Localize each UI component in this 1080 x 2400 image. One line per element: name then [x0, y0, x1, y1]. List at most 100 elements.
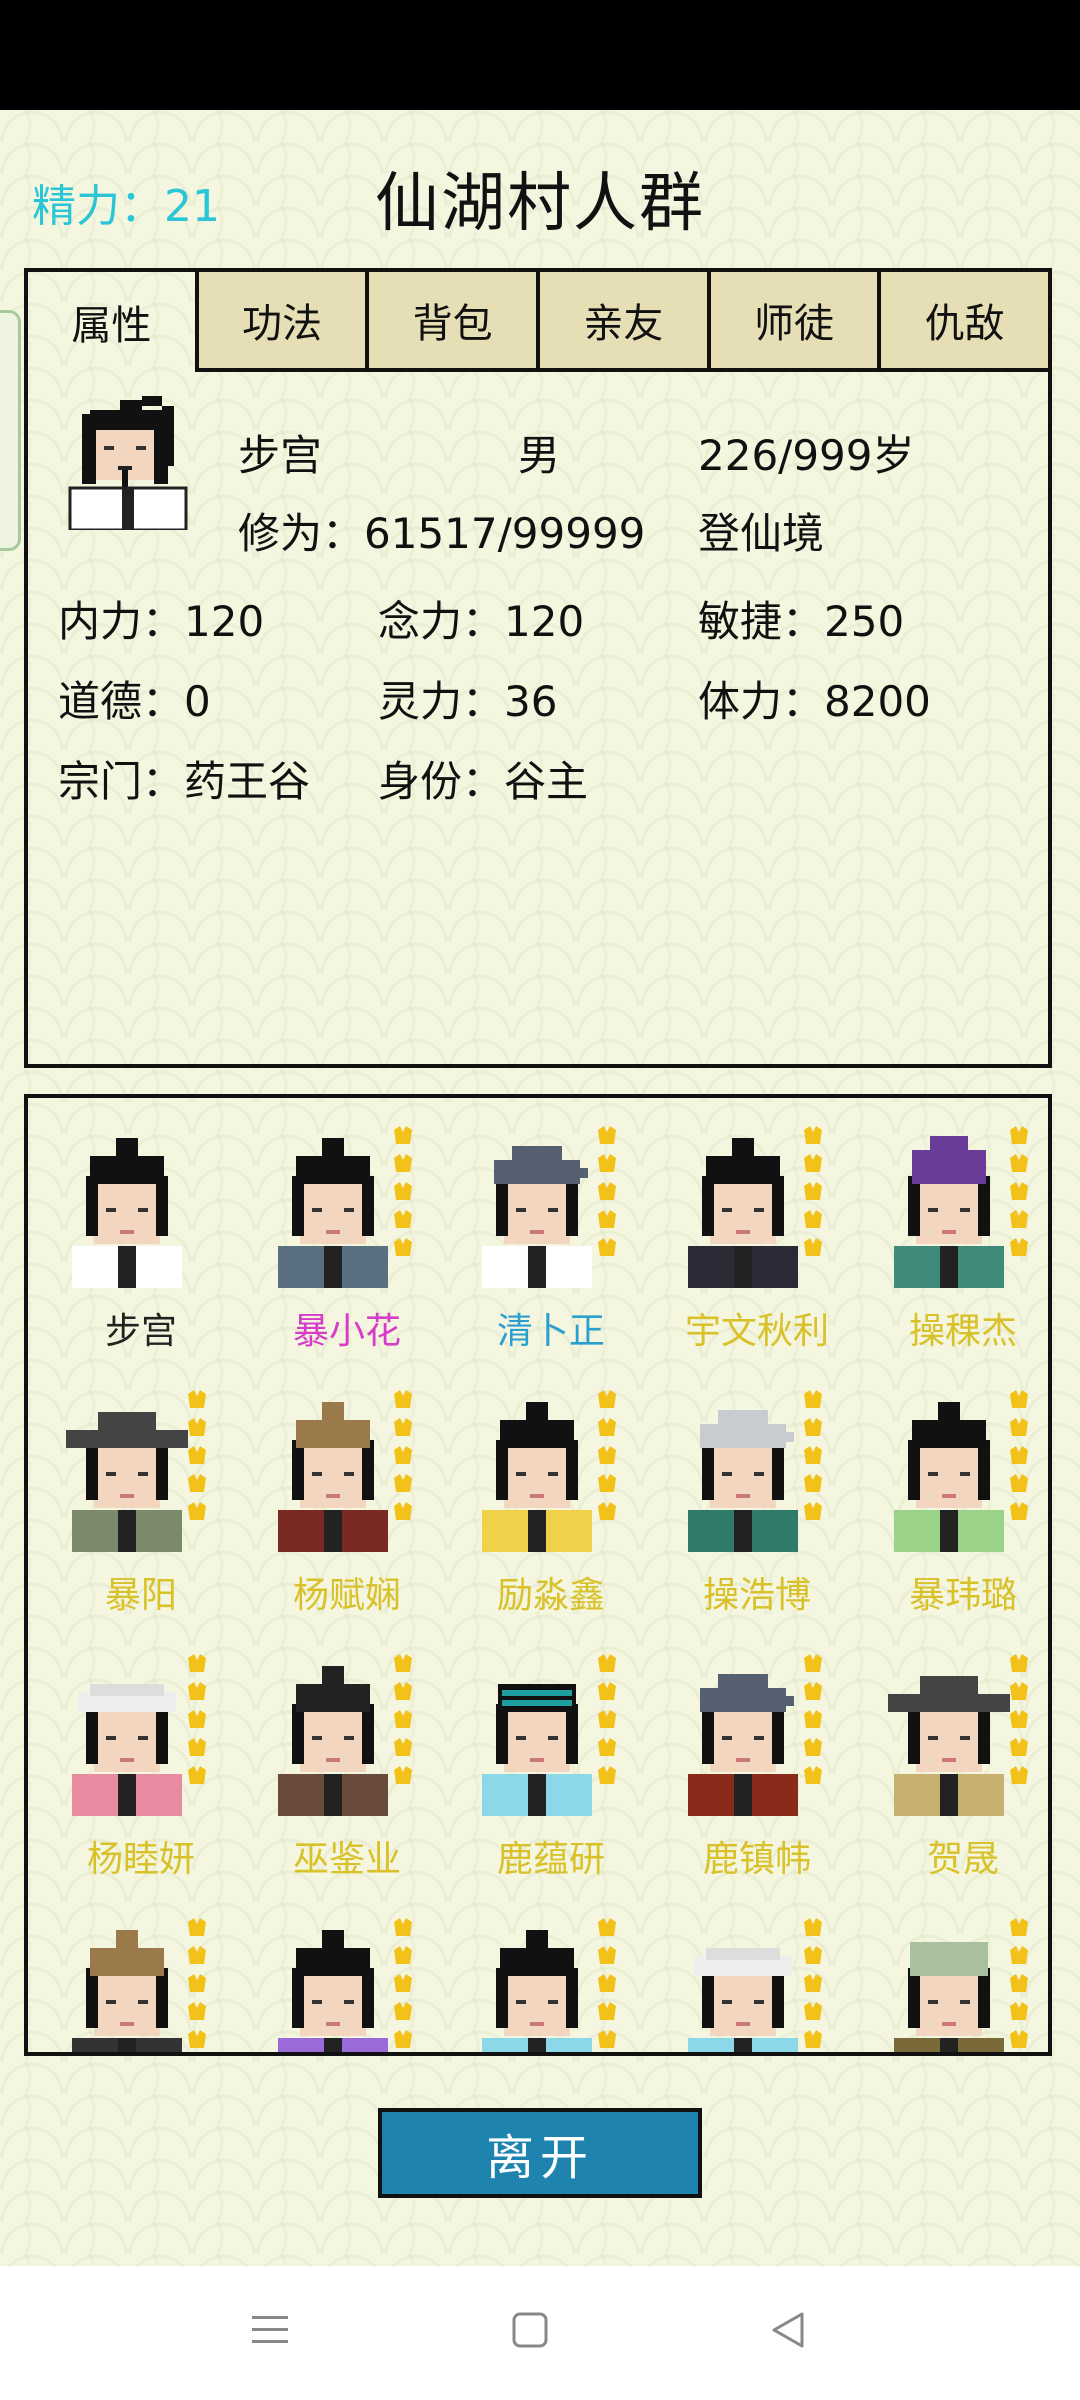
tab-enemies[interactable]: 仇敌	[877, 272, 1049, 372]
character-portrait	[68, 396, 188, 530]
roster-member[interactable]: 杨赋娴	[244, 1370, 450, 1634]
stat-value: 120	[504, 597, 585, 646]
rank-badge-icon	[394, 1238, 412, 1256]
roster-member[interactable]: 操浩博	[654, 1370, 860, 1634]
rank-badge-icon	[598, 1154, 616, 1172]
character-name: 步宫	[238, 431, 323, 480]
page-title: 仙湖村人群	[375, 167, 705, 241]
home-square-icon[interactable]	[510, 2310, 550, 2350]
character-gender: 男	[518, 431, 561, 480]
villager-portrait	[66, 1412, 188, 1552]
stat-stamina: 体力：8200	[698, 668, 931, 729]
rank-badge-icon	[394, 2002, 412, 2020]
rank-badge-icon	[598, 1502, 616, 1520]
rank-badge-icon	[394, 1126, 412, 1144]
rank-badge-icon	[598, 1682, 616, 1700]
rank-badge-icon	[1010, 1654, 1028, 1672]
rank-badge-icon	[598, 2002, 616, 2020]
roster-member[interactable]: 鹿蕴研	[448, 1634, 654, 1898]
rank-badge-icon	[804, 2030, 822, 2048]
roster-member[interactable]: 励淼鑫	[448, 1370, 654, 1634]
leave-button[interactable]: 离开	[378, 2108, 702, 2198]
tab-friends[interactable]: 亲友	[536, 272, 707, 372]
rank-badge-icon	[804, 1974, 822, 1992]
rank-badge-icon	[1010, 1710, 1028, 1728]
rank-badge-icon	[394, 1654, 412, 1672]
stat-label: 内力：	[58, 597, 185, 646]
rank-badge-icon	[598, 1238, 616, 1256]
roster-member[interactable]	[38, 1898, 244, 2052]
rank-badge-icon	[598, 1974, 616, 1992]
villager-portrait	[482, 1146, 592, 1288]
roster-member[interactable]: 暴小花	[244, 1106, 450, 1370]
rank-badge-icon	[598, 1766, 616, 1784]
roster-member[interactable]: 杨睦妍	[38, 1634, 244, 1898]
side-drawer-handle[interactable]	[0, 310, 21, 551]
villager-portrait	[894, 1942, 1004, 2052]
rank-badge-icon	[1010, 1154, 1028, 1172]
villager-portrait	[688, 1138, 798, 1288]
rank-badge-icon	[598, 2030, 616, 2048]
tab-attributes[interactable]: 属性	[28, 272, 195, 372]
roster-member[interactable]	[244, 1898, 450, 2052]
menu-icon[interactable]	[250, 2310, 290, 2350]
rank-badge-icon	[598, 1126, 616, 1144]
rank-badge-icon	[394, 1946, 412, 1964]
roster-member[interactable]: 暴玮璐	[860, 1370, 1048, 1634]
rank-badge-icon	[188, 1918, 206, 1936]
rank-badge-icon	[1010, 1682, 1028, 1700]
stat-value: 120	[184, 597, 265, 646]
rank-badge-icon	[394, 1418, 412, 1436]
stat-value: 0	[184, 677, 211, 726]
rank-badge-icon	[188, 1682, 206, 1700]
roster-member[interactable]: 操稞杰	[860, 1106, 1048, 1370]
villager-portrait	[482, 1930, 592, 2052]
villager-portrait	[482, 1684, 592, 1816]
roster-member[interactable]: 巫鉴业	[244, 1634, 450, 1898]
rank-badge-icon	[1010, 1210, 1028, 1228]
stat-morality: 道德：0	[58, 668, 211, 729]
roster-member[interactable]: 贺晟	[860, 1634, 1048, 1898]
stat-agility: 敏捷：250	[698, 588, 904, 649]
rank-badge-icon	[598, 1474, 616, 1492]
rank-badge-icon	[394, 1446, 412, 1464]
tab-inventory[interactable]: 背包	[365, 272, 537, 372]
roster-member[interactable]: 清卜正	[448, 1106, 654, 1370]
roster-member[interactable]: 鹿镇帏	[654, 1634, 860, 1898]
villager-portrait	[278, 1402, 388, 1552]
rank-badge-icon	[1010, 1390, 1028, 1408]
roster-member[interactable]	[860, 1898, 1048, 2052]
rank-badge-icon	[804, 1390, 822, 1408]
villager-name: 巫鉴业	[292, 1839, 401, 1880]
villager-portrait	[894, 1402, 1004, 1552]
roster-member[interactable]	[448, 1898, 654, 2052]
rank-badge-icon	[1010, 1766, 1028, 1784]
villager-portrait	[278, 1666, 388, 1816]
tab-mentorship[interactable]: 师徒	[706, 272, 878, 372]
rank-badge-icon	[804, 1682, 822, 1700]
villager-portrait	[688, 1674, 798, 1816]
rank-badge-icon	[188, 1766, 206, 1784]
rank-badge-icon	[188, 2002, 206, 2020]
rank-badge-icon	[394, 1390, 412, 1408]
roster-member[interactable]: 步宫	[38, 1106, 244, 1370]
rank-badge-icon	[804, 1946, 822, 1964]
villager-name: 操稞杰	[908, 1311, 1017, 1352]
rank-badge-icon	[394, 1502, 412, 1520]
rank-badge-icon	[804, 1418, 822, 1436]
rank-badge-icon	[804, 2002, 822, 2020]
rank-badge-icon	[598, 1418, 616, 1436]
stat-value: 250	[824, 597, 905, 646]
tab-skills[interactable]: 功法	[194, 272, 366, 372]
roster-member[interactable]: 宇文秋利	[654, 1106, 860, 1370]
villager-name: 暴小花	[292, 1311, 401, 1352]
roster-member[interactable]: 暴阳	[38, 1370, 244, 1634]
roster-member[interactable]	[654, 1898, 860, 2052]
rank-badge-icon	[1010, 1502, 1028, 1520]
rank-badge-icon	[394, 1974, 412, 1992]
back-triangle-icon[interactable]	[768, 2310, 808, 2350]
rank-badge-icon	[804, 1126, 822, 1144]
stat-mind-power: 念力：120	[378, 588, 584, 649]
rank-badge-icon	[1010, 1738, 1028, 1756]
cultivation-value: 61517/99999	[364, 509, 646, 558]
